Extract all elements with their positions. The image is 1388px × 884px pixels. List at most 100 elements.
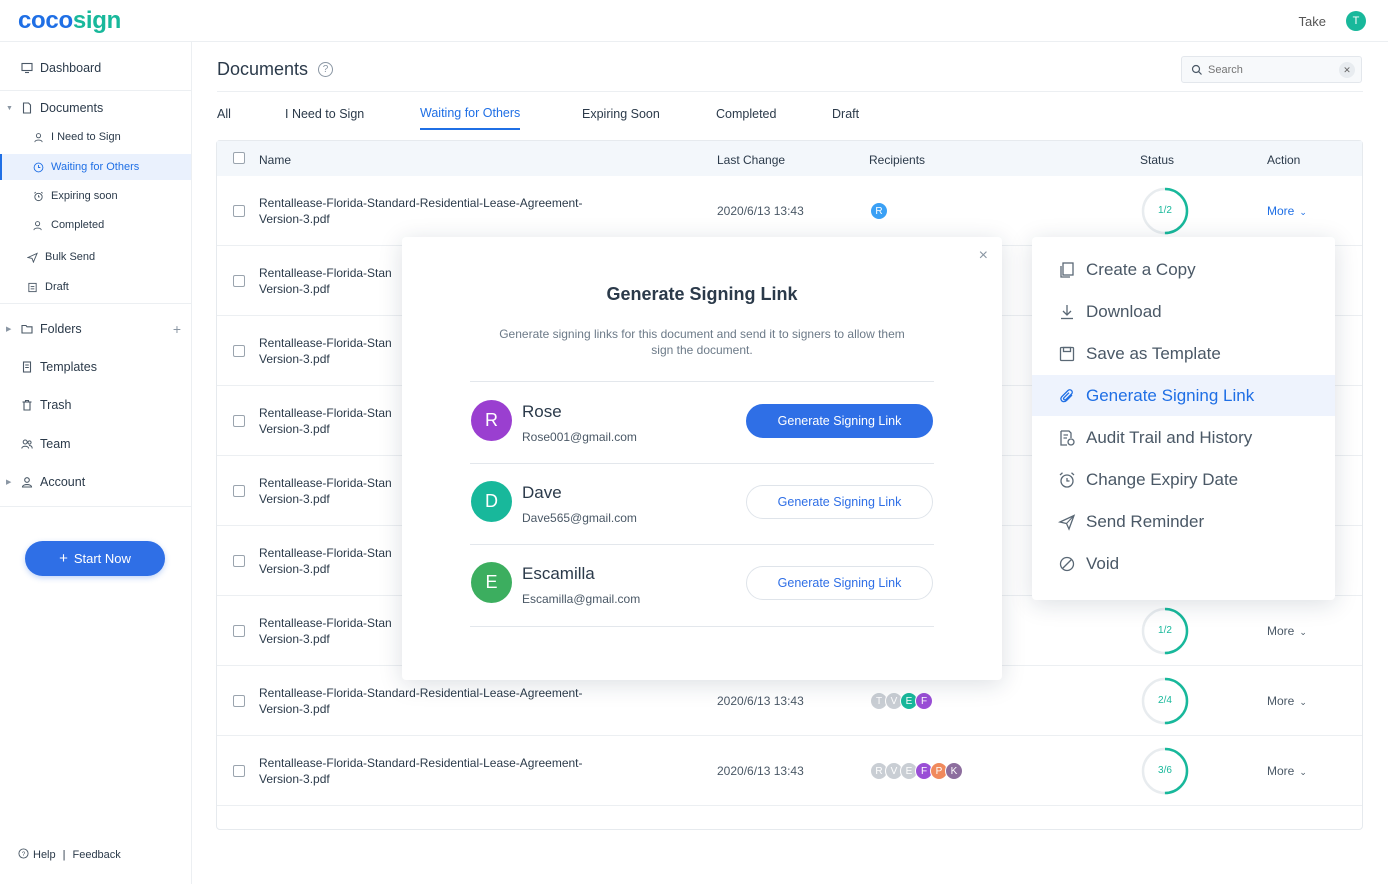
row-checkbox[interactable] (233, 765, 245, 777)
document-name-line: Version-3.pdf (259, 632, 330, 646)
sidebar-label-expiring-soon: Expiring soon (51, 190, 118, 202)
sidebar-item-waiting-for-others[interactable]: Waiting for Others (0, 154, 191, 180)
cocosign-logo[interactable]: cocosign (18, 7, 121, 35)
menu-item-generate-signing-link[interactable]: Generate Signing Link (1032, 375, 1335, 416)
close-icon[interactable]: × (979, 247, 988, 265)
alarm-clock-icon (1057, 470, 1077, 490)
sidebar-item-trash[interactable]: Trash (0, 392, 191, 418)
sidebar-item-draft[interactable]: Draft (0, 274, 191, 300)
document-name[interactable]: Rentallease-Florida-Standard-Residential… (259, 195, 619, 227)
user-avatar[interactable]: T (1346, 11, 1366, 31)
sidebar-item-dashboard[interactable]: Dashboard (0, 55, 191, 81)
row-checkbox[interactable] (233, 485, 245, 497)
menu-item-save-as-template[interactable]: Save as Template (1032, 333, 1335, 374)
tab-expiring-soon[interactable]: Expiring Soon (582, 107, 660, 129)
menu-item-send-reminder[interactable]: Send Reminder (1032, 501, 1335, 542)
help-icon[interactable]: ? (318, 62, 333, 77)
menu-item-label: Change Expiry Date (1086, 469, 1239, 489)
sidebar-item-folders[interactable]: ▶ Folders + (0, 316, 191, 342)
column-header-last-change[interactable]: Last Change (717, 153, 785, 167)
user-check-icon (31, 218, 45, 232)
chevron-down-icon: ⌄ (1299, 207, 1307, 217)
more-dropdown[interactable]: More ⌄ (1267, 624, 1307, 638)
column-header-action: Action (1267, 153, 1301, 167)
table-row[interactable]: Rentallease-Florida-Standard-Residential… (217, 736, 1362, 806)
void-icon (1057, 554, 1077, 574)
more-label: More (1267, 624, 1295, 638)
document-name-line: Version-3.pdf (259, 492, 330, 506)
select-all-checkbox[interactable] (233, 152, 245, 164)
signer-email: Dave565@gmail.com (522, 511, 637, 525)
tab-i-need-to-sign[interactable]: I Need to Sign (285, 107, 364, 129)
tab-waiting-for-others[interactable]: Waiting for Others (420, 106, 521, 130)
sidebar-item-bulk-send[interactable]: Bulk Send (0, 244, 191, 270)
sidebar-label-trash: Trash (40, 398, 72, 412)
document-name-line: Version-3.pdf (259, 702, 330, 716)
signer-name: Escamilla (522, 564, 595, 583)
row-checkbox[interactable] (233, 275, 245, 287)
menu-item-audit-trail[interactable]: Audit Trail and History (1032, 417, 1335, 458)
help-link[interactable]: Help (33, 849, 56, 861)
add-folder-icon[interactable]: + (173, 321, 181, 337)
sidebar-label-waiting-for-others: Waiting for Others (51, 161, 140, 173)
sidebar-item-i-need-to-sign[interactable]: I Need to Sign (0, 124, 191, 150)
column-header-status: Status (1140, 153, 1175, 167)
row-checkbox[interactable] (233, 625, 245, 637)
sidebar-item-completed[interactable]: Completed (0, 212, 191, 238)
chevron-down-icon: ⌄ (1299, 767, 1307, 777)
menu-item-change-expiry-date[interactable]: Change Expiry Date (1032, 459, 1335, 500)
feedback-link[interactable]: Feedback (72, 849, 120, 861)
search-input[interactable] (1208, 61, 1328, 79)
sidebar-item-account[interactable]: ▶ Account (0, 469, 191, 495)
folder-icon (20, 322, 34, 336)
sidebar-item-team[interactable]: Team (0, 431, 191, 457)
menu-item-download[interactable]: Download (1032, 291, 1335, 332)
status-progress-ring: 3/6 (1140, 746, 1190, 796)
sidebar-label-i-need-to-sign: I Need to Sign (51, 131, 121, 143)
document-name[interactable]: Rentallease-Florida-Standard-Residential… (259, 685, 619, 717)
save-icon (1057, 344, 1077, 364)
tab-all[interactable]: All (217, 107, 231, 129)
sidebar-item-documents[interactable]: ▼ Documents (0, 95, 191, 121)
generate-signing-link-button[interactable]: Generate Signing Link (746, 404, 933, 438)
last-change-date: 2020/6/13 13:43 (717, 204, 804, 218)
row-checkbox[interactable] (233, 415, 245, 427)
tab-draft[interactable]: Draft (832, 107, 859, 129)
top-bar: cocosign Take T (0, 0, 1388, 42)
start-now-button[interactable]: + Start Now (25, 541, 165, 576)
table-row[interactable]: Rentallease-Florida-Standard-Residential… (217, 176, 1362, 246)
document-name[interactable]: Rentallease-Florida-Standard-Residential… (259, 755, 619, 787)
sidebar-item-templates[interactable]: Templates (0, 354, 191, 380)
more-dropdown[interactable]: More ⌄ (1267, 694, 1307, 708)
start-now-label: Start Now (73, 551, 131, 566)
search-icon (1191, 63, 1203, 81)
document-name-line: Version-3.pdf (259, 282, 330, 296)
more-dropdown[interactable]: More ⌄ (1267, 204, 1307, 218)
search-box[interactable]: ✕ (1181, 56, 1362, 83)
recipient-avatar[interactable]: R (870, 202, 888, 220)
generate-signing-link-button[interactable]: Generate Signing Link (746, 566, 933, 600)
menu-item-void[interactable]: Void (1032, 543, 1335, 584)
sidebar: Dashboard ▼ Documents I Need to Sign Wai… (0, 42, 192, 884)
document-name-line: Rentallease-Florida-Stan (259, 336, 392, 350)
sidebar-item-expiring-soon[interactable]: Expiring soon (0, 183, 191, 209)
more-dropdown[interactable]: More ⌄ (1267, 764, 1307, 778)
menu-item-label: Save as Template (1086, 343, 1221, 363)
row-checkbox[interactable] (233, 345, 245, 357)
more-actions-menu: Create a Copy Download Save as Template … (1032, 237, 1335, 600)
tab-completed[interactable]: Completed (716, 107, 776, 129)
menu-item-create-copy[interactable]: Create a Copy (1032, 249, 1335, 290)
menu-item-label: Download (1086, 301, 1162, 321)
column-header-name[interactable]: Name (259, 153, 291, 167)
clear-search-icon[interactable]: ✕ (1339, 62, 1355, 78)
caret-right-icon: ▶ (6, 326, 12, 333)
user-name[interactable]: Take (1299, 14, 1326, 29)
page-title: Documents (217, 59, 309, 79)
recipient-avatar[interactable]: F (915, 692, 933, 710)
row-checkbox[interactable] (233, 695, 245, 707)
generate-signing-link-button[interactable]: Generate Signing Link (746, 485, 933, 519)
row-checkbox[interactable] (233, 205, 245, 217)
row-checkbox[interactable] (233, 555, 245, 567)
recipient-avatar[interactable]: K (945, 762, 963, 780)
signer-avatar: D (471, 481, 512, 522)
